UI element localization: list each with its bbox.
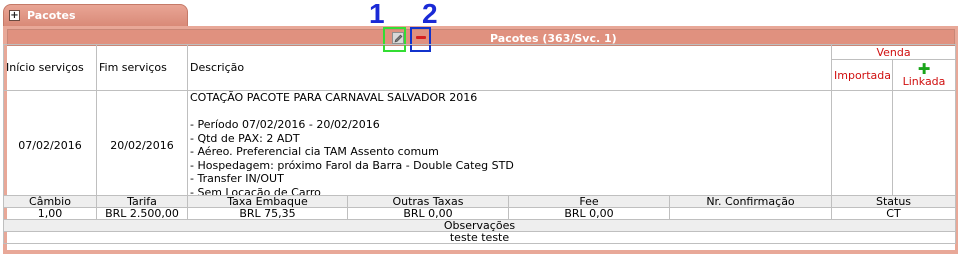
expand-icon[interactable]: + [9,10,20,21]
status-value: CT [831,207,956,220]
col-fim-header: Fim serviços [96,44,188,91]
outras-taxas-value: BRL 0,00 [347,207,509,220]
col-descricao-header: Descrição [187,44,832,91]
desc-line: - Transfer IN/OUT [190,172,284,185]
col-venda-header: Venda [830,44,957,60]
tarifa-header: Tarifa [96,195,188,208]
fee-header: Fee [508,195,670,208]
observacoes-header: Observações [3,219,956,232]
fee-value: BRL 0,00 [508,207,670,220]
linkada-label: Linkada [902,74,946,88]
cambio-header: Câmbio [3,195,97,208]
taxa-embaque-value: BRL 75,35 [187,207,348,220]
pacotes-tab[interactable]: + Pacotes [3,4,188,26]
observacoes-value: teste teste [3,231,956,244]
importada-cell [831,90,893,200]
pacote-table: Início serviços Fim serviços Descrição V… [3,44,957,200]
desc-line: - Qtd de PAX: 2 ADT [190,131,300,145]
desc-line: COTAÇÃO PACOTE PARA CARNAVAL SALVADOR 20… [190,91,478,105]
plus-icon[interactable]: ✚ [895,61,953,76]
desc-line [190,105,829,119]
tarifa-value: BRL 2.500,00 [96,207,188,220]
taxa-embaque-header: Taxa Embaque [187,195,348,208]
status-header: Status [831,195,956,208]
outras-taxas-header: Outras Taxas [347,195,509,208]
nr-confirmacao-value [669,207,832,220]
descricao-cell: COTAÇÃO PACOTE PARA CARNAVAL SALVADOR 20… [187,90,832,200]
inicio-cell: 07/02/2016 [3,90,97,200]
annotation-label-2: 2 [422,0,438,29]
col-inicio-header: Início serviços [3,44,97,91]
desc-line: - Hospedagem: próximo Farol da Barra - D… [190,158,514,172]
col-linkada-header[interactable]: ✚ Linkada [891,59,957,91]
cambio-value: 1,00 [3,207,97,220]
desc-line: - Aéreo. Preferencial cia TAM Assento co… [190,145,439,158]
fim-cell: 20/02/2016 [96,90,188,200]
table-row: 07/02/2016 20/02/2016 COTAÇÃO PACOTE PAR… [3,90,957,200]
desc-line: - Período 07/02/2016 - 20/02/2016 [190,118,380,131]
annotation-label-1: 1 [369,0,385,29]
tab-title: Pacotes [27,9,76,22]
nr-confirmacao-header: Nr. Confirmação [669,195,832,208]
col-importada-header: Importada [831,59,893,91]
linkada-cell [891,90,957,200]
details-table: Câmbio Tarifa Taxa Embaque Outras Taxas … [3,195,956,244]
